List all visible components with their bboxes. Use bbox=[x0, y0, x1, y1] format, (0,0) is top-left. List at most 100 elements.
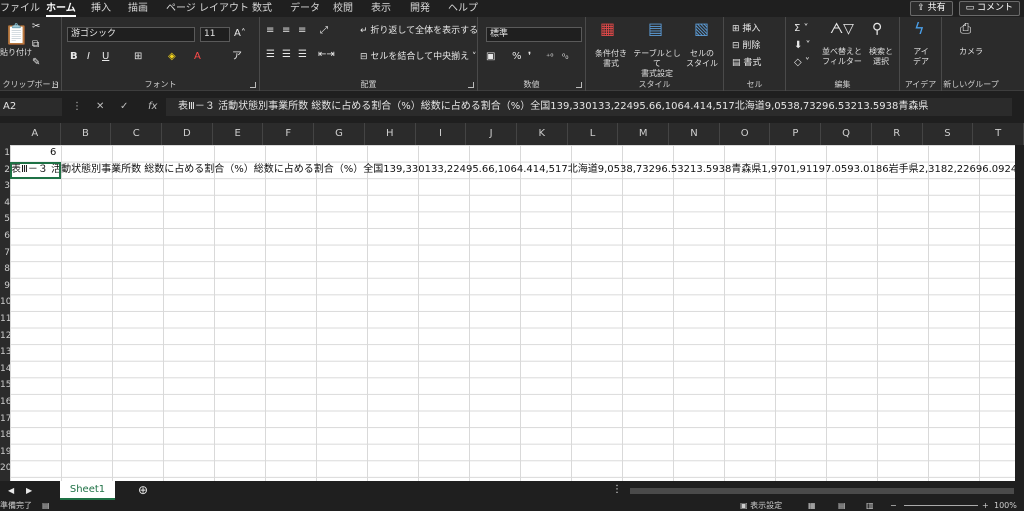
decrease-decimal-icon[interactable]: ⁰₀ bbox=[562, 51, 568, 63]
zoom-level[interactable]: 100% bbox=[994, 501, 1017, 511]
cut-icon[interactable]: ✂ bbox=[32, 21, 40, 33]
select-all-corner[interactable] bbox=[0, 123, 10, 145]
column-header-o[interactable]: O bbox=[720, 123, 771, 145]
percent-icon[interactable]: % bbox=[512, 51, 522, 63]
number-launcher-icon[interactable] bbox=[576, 82, 582, 88]
align-left-icon[interactable]: ☰ bbox=[266, 49, 275, 61]
tab-data[interactable]: データ bbox=[290, 0, 320, 17]
ideas-button[interactable]: アイ デア bbox=[902, 47, 940, 67]
borders-icon[interactable]: ⊞ bbox=[134, 51, 142, 63]
row-header-2[interactable]: 2 bbox=[0, 162, 10, 178]
column-header-c[interactable]: C bbox=[111, 123, 163, 145]
column-header-e[interactable]: E bbox=[213, 123, 264, 145]
column-header-k[interactable]: K bbox=[517, 123, 568, 145]
comma-style-icon[interactable]: ❜ bbox=[528, 51, 531, 63]
merge-center-button[interactable]: ⊟ セルを結合して中央揃え ˅ bbox=[360, 51, 477, 63]
align-bottom-icon[interactable]: ≡ bbox=[298, 25, 306, 37]
align-right-icon[interactable]: ☰ bbox=[298, 49, 307, 61]
wrap-text-button[interactable]: ↵ 折り返して全体を表示する bbox=[360, 25, 478, 37]
page-layout-view-icon[interactable]: ▤ bbox=[838, 501, 846, 511]
row-header-18[interactable]: 18 bbox=[0, 427, 10, 443]
font-name-select[interactable]: 游ゴシック bbox=[67, 27, 195, 42]
row-header-14[interactable]: 14 bbox=[0, 361, 10, 377]
column-header-j[interactable]: J bbox=[466, 123, 517, 145]
vertical-scrollbar[interactable] bbox=[1015, 145, 1024, 481]
insert-cells-button[interactable]: ⊞ 挿入 bbox=[732, 23, 760, 35]
column-header-q[interactable]: Q bbox=[821, 123, 872, 145]
column-header-t[interactable]: T bbox=[973, 123, 1024, 145]
row-header-17[interactable]: 17 bbox=[0, 411, 10, 427]
row-header-9[interactable]: 9 bbox=[0, 278, 10, 294]
row-header-7[interactable]: 7 bbox=[0, 245, 10, 261]
sheet-options-icon[interactable]: ⋮ bbox=[612, 484, 622, 496]
column-header-n[interactable]: N bbox=[669, 123, 720, 145]
paste-button[interactable]: 貼り付け bbox=[0, 48, 32, 58]
cell-area[interactable] bbox=[10, 145, 1024, 481]
column-header-m[interactable]: M bbox=[618, 123, 670, 145]
tab-formulas[interactable]: 数式 bbox=[252, 0, 272, 17]
column-header-i[interactable]: I bbox=[416, 123, 467, 145]
grow-font-icon[interactable]: A˄ bbox=[234, 28, 246, 40]
tab-review[interactable]: 校閲 bbox=[333, 0, 353, 17]
increase-decimal-icon[interactable]: ⁺⁰ bbox=[546, 51, 553, 63]
cell-styles-button[interactable]: セルの スタイル bbox=[682, 49, 722, 69]
bold-button[interactable]: B bbox=[70, 51, 78, 63]
name-box-dropdown-icon[interactable]: ⋮ bbox=[72, 98, 82, 116]
cell-a2[interactable]: 表Ⅲ－３ 活動状態別事業所数 総数に占める割合（%）総数に占める割合（%）全国1… bbox=[11, 162, 1020, 178]
column-header-g[interactable]: G bbox=[314, 123, 365, 145]
row-header-16[interactable]: 16 bbox=[0, 394, 10, 410]
name-box[interactable]: A2 bbox=[0, 98, 62, 116]
font-color-icon[interactable]: A bbox=[194, 51, 201, 63]
tab-home[interactable]: ホーム bbox=[46, 0, 76, 17]
number-format-select[interactable]: 標準 bbox=[486, 27, 582, 42]
zoom-slider[interactable] bbox=[904, 505, 978, 506]
align-top-icon[interactable]: ≡ bbox=[266, 25, 274, 37]
tab-insert[interactable]: 挿入 bbox=[91, 0, 111, 17]
zoom-in-icon[interactable]: + bbox=[982, 501, 989, 511]
column-header-d[interactable]: D bbox=[162, 123, 213, 145]
font-launcher-icon[interactable] bbox=[250, 82, 256, 88]
display-settings-button[interactable]: ▣ 表示設定 bbox=[740, 501, 782, 511]
row-header-19[interactable]: 19 bbox=[0, 444, 10, 460]
column-header-p[interactable]: P bbox=[770, 123, 822, 145]
fill-icon[interactable]: ⬇ ˅ bbox=[794, 40, 811, 52]
row-header-10[interactable]: 10 bbox=[0, 294, 10, 310]
sort-filter-button[interactable]: 並べ替えと フィルター bbox=[820, 47, 864, 67]
column-header-b[interactable]: B bbox=[61, 123, 112, 145]
insert-function-icon[interactable]: fx bbox=[148, 98, 157, 116]
cell-a1[interactable]: 6 bbox=[50, 145, 56, 161]
tab-file[interactable]: ファイル bbox=[0, 0, 40, 17]
align-middle-icon[interactable]: ≡ bbox=[282, 25, 290, 37]
macro-record-icon[interactable]: ▤ bbox=[42, 501, 50, 511]
share-button[interactable]: ⇪ 共有 bbox=[910, 1, 953, 16]
row-header-6[interactable]: 6 bbox=[0, 228, 10, 244]
column-header-h[interactable]: H bbox=[365, 123, 416, 145]
autosum-icon[interactable]: Σ ˅ bbox=[794, 23, 809, 35]
tab-draw[interactable]: 描画 bbox=[128, 0, 148, 17]
fill-color-icon[interactable]: ◈ bbox=[168, 51, 176, 63]
phonetic-icon[interactable]: ア bbox=[232, 51, 242, 63]
column-header-a[interactable]: A bbox=[10, 123, 61, 145]
conditional-format-button[interactable]: 条件付き 書式 bbox=[588, 49, 634, 69]
format-cells-button[interactable]: ▤ 書式 bbox=[732, 57, 761, 69]
add-sheet-icon[interactable]: ⊕ bbox=[138, 484, 148, 496]
row-header-3[interactable]: 3 bbox=[0, 178, 10, 194]
find-select-button[interactable]: 検索と 選択 bbox=[864, 47, 898, 67]
prev-sheet-icon[interactable]: ◀ bbox=[8, 485, 14, 497]
clear-icon[interactable]: ◇ ˅ bbox=[794, 57, 810, 69]
zoom-out-icon[interactable]: − bbox=[890, 501, 897, 511]
camera-button[interactable]: カメラ bbox=[946, 47, 996, 57]
underline-button[interactable]: U bbox=[102, 51, 109, 63]
row-header-12[interactable]: 12 bbox=[0, 328, 10, 344]
row-header-13[interactable]: 13 bbox=[0, 344, 10, 360]
row-header-8[interactable]: 8 bbox=[0, 261, 10, 277]
format-painter-icon[interactable]: ✎ bbox=[32, 57, 40, 69]
clipboard-launcher-icon[interactable] bbox=[52, 82, 58, 88]
row-header-20[interactable]: 20 bbox=[0, 460, 10, 476]
tab-developer[interactable]: 開発 bbox=[410, 0, 430, 17]
normal-view-icon[interactable]: ▦ bbox=[808, 501, 816, 511]
column-header-r[interactable]: R bbox=[872, 123, 923, 145]
next-sheet-icon[interactable]: ▶ bbox=[26, 485, 32, 497]
copy-icon[interactable]: ⧉ bbox=[32, 39, 39, 51]
orientation-icon[interactable]: ⤢ bbox=[320, 25, 328, 37]
